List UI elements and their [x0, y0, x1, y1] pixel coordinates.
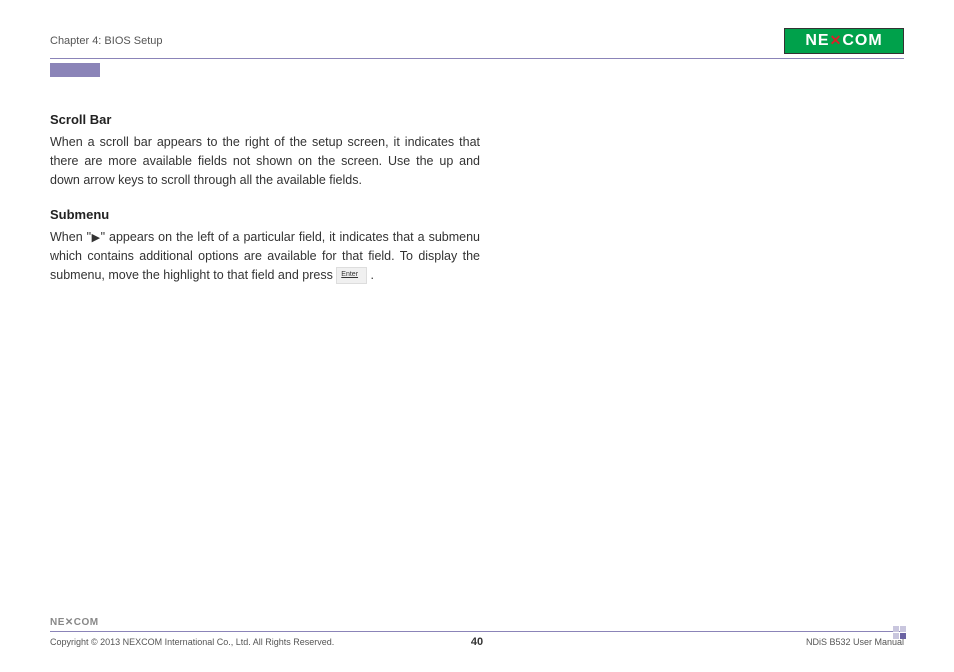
- page-header: Chapter 4: BIOS Setup NE✕COM: [50, 28, 904, 59]
- chapter-label: Chapter 4: BIOS Setup: [50, 35, 163, 47]
- section-title: Scroll Bar: [50, 112, 480, 127]
- enter-key-icon: Enter: [336, 267, 367, 284]
- footer-logo-text: NE✕COM: [50, 617, 99, 628]
- footer-copyright: Copyright © 2013 NEXCOM International Co…: [50, 637, 471, 647]
- nexcom-logo-footer: NE✕COM: [50, 615, 106, 629]
- page-footer: NE✕COM Copyright © 2013 NEXCOM Internati…: [50, 615, 904, 648]
- section-body: When "▶" appears on the left of a partic…: [50, 228, 480, 284]
- page-number: 40: [471, 636, 483, 648]
- triangle-icon: ▶: [91, 232, 101, 244]
- section-submenu: Submenu When "▶" appears on the left of …: [50, 207, 480, 284]
- section-scroll-bar: Scroll Bar When a scroll bar appears to …: [50, 112, 480, 189]
- footer-divider: [50, 631, 904, 632]
- nexcom-logo-top: NE✕COM: [784, 28, 904, 54]
- header-tab-bar: [50, 63, 904, 82]
- footer-manual-name: NDiS B532 User Manual: [483, 637, 904, 647]
- body-mid: " appears on the left of a particular fi…: [50, 230, 480, 282]
- main-content: Scroll Bar When a scroll bar appears to …: [50, 112, 480, 285]
- logo-text: NE✕COM: [805, 32, 882, 50]
- header-tab: [50, 63, 100, 77]
- section-title: Submenu: [50, 207, 480, 222]
- body-post: .: [367, 268, 374, 282]
- footer-row: Copyright © 2013 NEXCOM International Co…: [50, 636, 904, 648]
- body-pre: When ": [50, 230, 91, 244]
- section-body: When a scroll bar appears to the right o…: [50, 133, 480, 189]
- footer-squares-icon: [893, 626, 906, 639]
